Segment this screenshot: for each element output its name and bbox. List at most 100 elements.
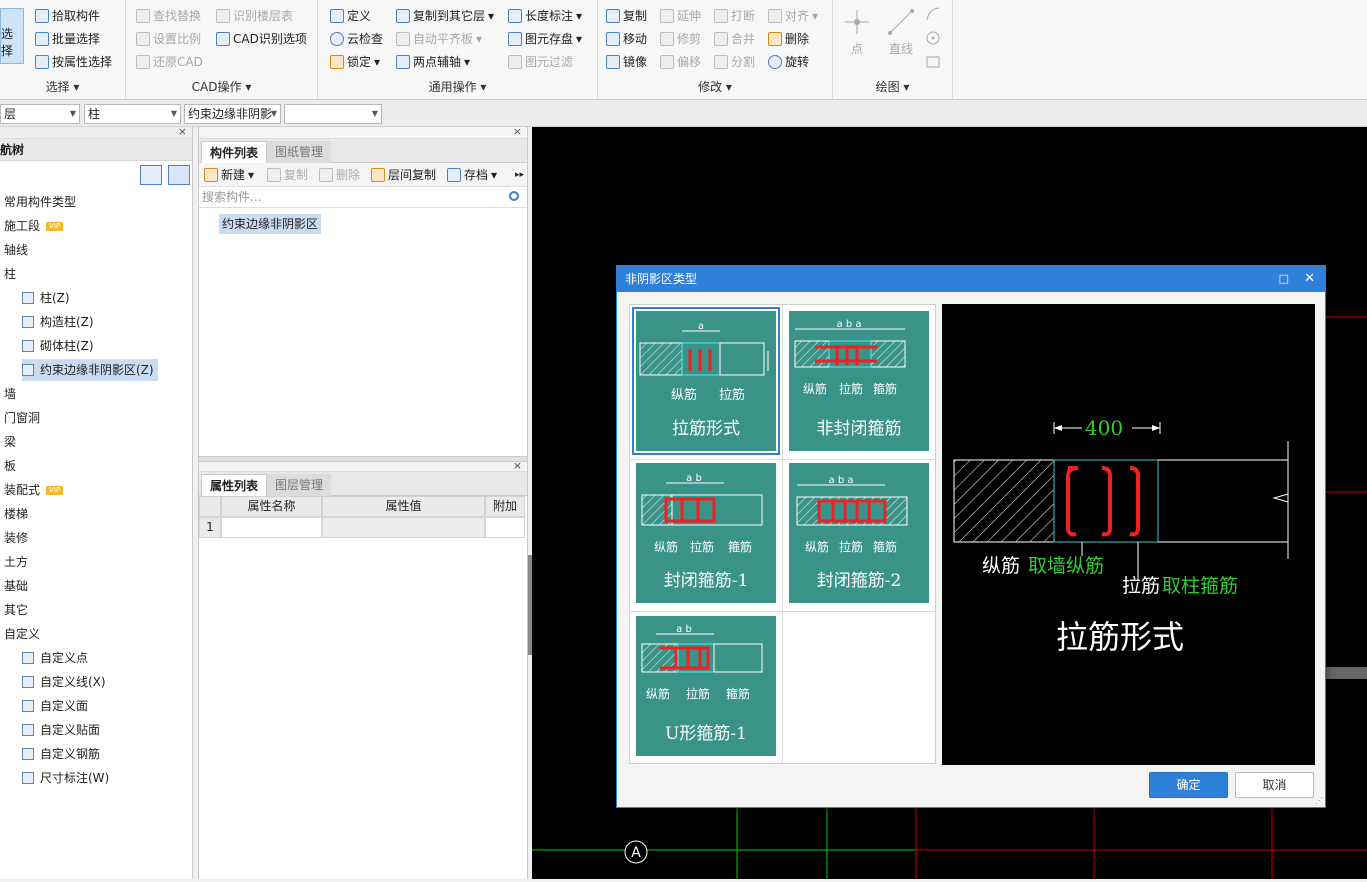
auto-align-slab-button[interactable]: 自动平齐板 ▾: [396, 29, 482, 49]
card-closed-stirrup-2[interactable]: a b a 纵筋 拉筋 箍筋 封闭箍筋-2: [789, 463, 929, 603]
tree-item[interactable]: 门窗洞: [4, 407, 40, 429]
point-button[interactable]: 点: [843, 8, 871, 57]
extend-button[interactable]: 延伸: [660, 6, 701, 26]
tree-item[interactable]: 梁: [4, 431, 16, 453]
modify-group-title[interactable]: 修改 ▾: [598, 78, 832, 95]
batch-select-button[interactable]: 批量选择: [35, 29, 100, 49]
search-icon[interactable]: [509, 191, 519, 201]
tree-item[interactable]: 自定义点: [22, 647, 88, 669]
tree-item[interactable]: 楼梯: [4, 503, 28, 525]
type-select[interactable]: 约束边缘非阴影 ▼: [184, 104, 281, 124]
tree-item[interactable]: 板: [4, 455, 16, 477]
lock-button[interactable]: 锁定 ▾: [330, 52, 380, 72]
property-name-cell[interactable]: [221, 517, 322, 538]
circle-icon[interactable]: [925, 30, 941, 46]
close-icon[interactable]: ×: [178, 125, 187, 138]
ok-button[interactable]: 确定: [1149, 772, 1228, 798]
close-icon[interactable]: ×: [513, 125, 522, 138]
component-select[interactable]: ▼: [284, 104, 382, 124]
element-filter-button[interactable]: 图元过滤: [508, 52, 573, 72]
align-button[interactable]: 对齐 ▾: [768, 6, 818, 26]
rotate-button[interactable]: 旋转: [768, 52, 809, 72]
tree-item[interactable]: 自定义贴面: [22, 719, 100, 741]
tab-drawing-manage[interactable]: 图纸管理: [267, 141, 332, 163]
find-replace-button[interactable]: 查找替换: [136, 6, 201, 26]
restore-cad-button[interactable]: 还原CAD: [136, 52, 203, 72]
delete-button[interactable]: 删除: [768, 29, 809, 49]
tree-item[interactable]: 自定义面: [22, 695, 88, 717]
cad-options-button[interactable]: CAD识别选项: [216, 29, 307, 49]
break-button[interactable]: 打断: [714, 6, 755, 26]
pick-component-button[interactable]: 拾取构件: [35, 6, 100, 26]
arc-icon[interactable]: [925, 6, 941, 22]
floor-select[interactable]: 层 ▼: [0, 104, 80, 124]
cancel-button[interactable]: 取消: [1235, 772, 1314, 798]
card-open-stirrup[interactable]: a b a 纵筋 拉筋 箍筋 非封闭箍筋: [789, 311, 929, 451]
tree-item[interactable]: 柱(Z): [22, 287, 70, 309]
more-icon[interactable]: ▸▸: [515, 165, 524, 185]
tree-item[interactable]: 自定义钢筋: [22, 743, 100, 765]
copy-button[interactable]: 复制: [606, 6, 647, 26]
new-button[interactable]: 新建 ▾: [204, 165, 254, 185]
tree-item[interactable]: 基础: [4, 575, 28, 597]
save-element-button[interactable]: 图元存盘 ▾: [508, 29, 582, 49]
draw-group-title[interactable]: 绘图 ▾: [833, 78, 952, 95]
tree-item[interactable]: 轴线: [4, 239, 28, 261]
card-view-icon[interactable]: [168, 165, 190, 185]
category-select[interactable]: 柱 ▼: [84, 104, 181, 124]
tree-item[interactable]: 土方: [4, 551, 28, 573]
define-button[interactable]: 定义: [330, 6, 371, 26]
common-group-title[interactable]: 通用操作 ▾: [318, 78, 597, 95]
close-icon[interactable]: ✕: [1304, 266, 1315, 292]
delete-component-button[interactable]: 删除: [319, 165, 360, 185]
tree-item[interactable]: 其它: [4, 599, 28, 621]
tab-component-list[interactable]: 构件列表: [201, 141, 268, 163]
copy-to-layer-button[interactable]: 复制到其它层 ▾: [396, 6, 494, 26]
set-scale-button[interactable]: 设置比例: [136, 29, 201, 49]
select-by-attribute-button[interactable]: 按属性选择: [35, 52, 112, 72]
archive-button[interactable]: 存档 ▾: [447, 165, 497, 185]
property-extra-cell[interactable]: [485, 517, 525, 538]
select-group-title[interactable]: 选择 ▾: [0, 78, 125, 95]
card-closed-stirrup-1[interactable]: a b 纵筋 拉筋 箍筋 封闭箍筋-1: [636, 463, 776, 603]
move-button[interactable]: 移动: [606, 29, 647, 49]
offset-button[interactable]: 偏移: [660, 52, 701, 72]
copy-component-button[interactable]: 复制: [267, 165, 308, 185]
tree-item[interactable]: 约束边缘非阴影区(Z): [22, 359, 158, 381]
tree-item[interactable]: 尺寸标注(W): [22, 767, 109, 789]
tree-item[interactable]: 施工段 VIP: [4, 215, 64, 237]
tree-item[interactable]: 装修: [4, 527, 28, 549]
trim-button[interactable]: 修剪: [660, 29, 701, 49]
tree-item[interactable]: 装配式 VIP: [4, 479, 64, 501]
tree-item[interactable]: 自定义线(X): [22, 671, 106, 693]
card-u-stirrup-1[interactable]: a b 纵筋 拉筋 箍筋 U形箍筋-1: [636, 616, 776, 756]
card-tie-bar[interactable]: a 纵筋 拉筋 拉筋形式: [632, 307, 780, 455]
cloud-check-button[interactable]: 云检查: [330, 29, 383, 49]
identify-floor-table-button[interactable]: 识别楼层表: [216, 6, 293, 26]
two-point-axis-button[interactable]: 两点辅轴 ▾: [396, 52, 470, 72]
tab-layer-manage[interactable]: 图层管理: [267, 474, 332, 496]
close-icon[interactable]: ×: [513, 459, 522, 472]
tab-property-list[interactable]: 属性列表: [201, 474, 268, 496]
property-value-cell[interactable]: [322, 517, 485, 538]
select-button[interactable]: 选择: [0, 8, 24, 64]
mirror-button[interactable]: 镜像: [606, 52, 647, 72]
maximize-icon[interactable]: □: [1279, 266, 1289, 292]
component-item[interactable]: 约束边缘非阴影区: [219, 214, 322, 234]
cad-group-title[interactable]: CAD操作 ▾: [126, 78, 317, 95]
merge-button[interactable]: 合并: [714, 29, 755, 49]
component-search-input[interactable]: 搜索构件...: [199, 188, 527, 208]
tree-item[interactable]: 墙: [4, 383, 16, 405]
tree-item[interactable]: 自定义: [4, 623, 40, 645]
tree-item[interactable]: 砌体柱(Z): [22, 335, 94, 357]
split-button[interactable]: 分割: [714, 52, 755, 72]
line-button[interactable]: 直线: [887, 8, 915, 57]
tree-item[interactable]: 柱: [4, 263, 16, 285]
tree-item[interactable]: 构造柱(Z): [22, 311, 94, 333]
rectangle-icon[interactable]: [925, 54, 941, 70]
resize-grip-icon[interactable]: ⋰: [1315, 796, 1323, 805]
list-view-icon[interactable]: [140, 165, 162, 185]
copy-between-floors-button[interactable]: 层间复制: [371, 165, 436, 185]
tree-item[interactable]: 常用构件类型: [4, 191, 76, 213]
length-dimension-button[interactable]: 长度标注 ▾: [508, 6, 582, 26]
